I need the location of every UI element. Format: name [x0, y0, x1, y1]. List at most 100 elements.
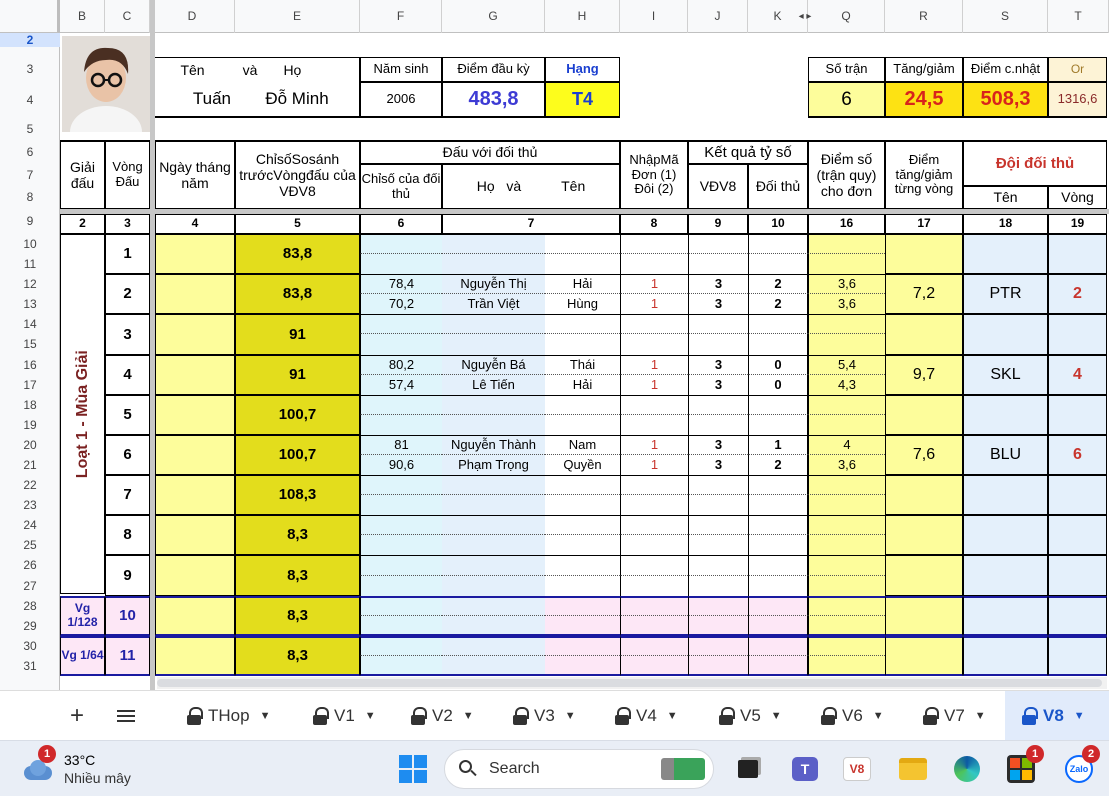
opp-ten-cell[interactable]: [545, 334, 620, 355]
score-cell[interactable]: 3,6: [808, 455, 885, 475]
score-cell[interactable]: [808, 656, 885, 676]
result-vdv-cell[interactable]: 3: [688, 274, 748, 294]
result-opp-cell[interactable]: 0: [748, 355, 808, 375]
column-header-j[interactable]: J: [688, 0, 748, 33]
opp-team-round-cell[interactable]: [1048, 636, 1107, 676]
row-header-16[interactable]: 16: [0, 355, 60, 375]
entry-code-cell[interactable]: [620, 395, 688, 415]
opp-team-round-cell[interactable]: [1048, 515, 1107, 555]
row-header-15[interactable]: 15: [0, 334, 60, 355]
result-vdv-cell[interactable]: [688, 555, 748, 576]
result-opp-cell[interactable]: [748, 495, 808, 515]
index-compare-cell[interactable]: 8,3: [235, 555, 360, 596]
result-opp-cell[interactable]: [748, 636, 808, 656]
zalo-app[interactable]: Zalo 2: [1062, 745, 1100, 789]
opp-ten-cell[interactable]: [545, 596, 620, 616]
index-compare-cell[interactable]: 83,8: [235, 274, 360, 314]
opp-index-cell[interactable]: [360, 555, 442, 576]
date-cell[interactable]: [155, 555, 235, 596]
opp-index-cell[interactable]: [360, 535, 442, 555]
opp-index-cell[interactable]: [360, 495, 442, 515]
opp-ten-cell[interactable]: [545, 535, 620, 555]
result-opp-cell[interactable]: 0: [748, 375, 808, 395]
entry-code-cell[interactable]: [620, 616, 688, 636]
first-name-value[interactable]: Tuấn: [150, 82, 235, 118]
entry-code-cell[interactable]: [620, 535, 688, 555]
score-change-cell[interactable]: 7,2: [885, 274, 963, 314]
row-header-29[interactable]: 29: [0, 616, 60, 636]
birth-year-value[interactable]: 2006: [360, 82, 442, 118]
entry-code-cell[interactable]: [620, 656, 688, 676]
row-header-17[interactable]: 17: [0, 375, 60, 395]
row-header-22[interactable]: 22: [0, 475, 60, 495]
caret-down-icon[interactable]: ▼: [975, 710, 986, 722]
opp-ten-cell[interactable]: Hải: [545, 274, 620, 294]
caret-down-icon[interactable]: ▼: [873, 710, 884, 722]
date-cell[interactable]: [155, 515, 235, 555]
date-cell[interactable]: [155, 596, 235, 636]
opp-team-round-cell[interactable]: [1048, 234, 1107, 274]
row-header-23[interactable]: 23: [0, 495, 60, 515]
entry-code-cell[interactable]: [620, 596, 688, 616]
opp-index-cell[interactable]: [360, 596, 442, 616]
result-vdv-cell[interactable]: 3: [688, 294, 748, 314]
opp-ten-cell[interactable]: [545, 555, 620, 576]
opp-ten-cell[interactable]: [545, 576, 620, 596]
entry-code-cell[interactable]: 1: [620, 355, 688, 375]
result-opp-cell[interactable]: [748, 515, 808, 535]
row-header-13[interactable]: 13: [0, 294, 60, 314]
row-header-27[interactable]: 27: [0, 576, 60, 596]
result-vdv-cell[interactable]: [688, 535, 748, 555]
opp-ten-cell[interactable]: [545, 395, 620, 415]
result-opp-cell[interactable]: [748, 314, 808, 334]
updated-value[interactable]: 508,3: [963, 82, 1048, 118]
opp-team-round-cell[interactable]: [1048, 314, 1107, 355]
opp-index-cell[interactable]: [360, 656, 442, 676]
opp-team-round-cell[interactable]: [1048, 475, 1107, 515]
opp-ten-cell[interactable]: [545, 636, 620, 656]
row-header-28[interactable]: 28: [0, 596, 60, 616]
score-cell[interactable]: [808, 475, 885, 495]
opp-ho-cell[interactable]: Phạm Trọng: [442, 455, 545, 475]
entry-code-cell[interactable]: [620, 314, 688, 334]
score-cell[interactable]: [808, 555, 885, 576]
date-cell[interactable]: [155, 636, 235, 676]
opp-ho-cell[interactable]: [442, 334, 545, 355]
column-header-e[interactable]: E: [235, 0, 360, 33]
index-compare-cell[interactable]: 108,3: [235, 475, 360, 515]
opp-ho-cell[interactable]: Lê Tiến: [442, 375, 545, 395]
result-vdv-cell[interactable]: [688, 596, 748, 616]
column-header-h[interactable]: H: [545, 0, 620, 33]
score-change-cell[interactable]: [885, 515, 963, 555]
date-cell[interactable]: [155, 234, 235, 274]
start-score-value[interactable]: 483,8: [442, 82, 545, 118]
row-header-20[interactable]: 20: [0, 435, 60, 455]
file-explorer-app[interactable]: [896, 749, 930, 789]
opp-ho-cell[interactable]: [442, 616, 545, 636]
opp-index-cell[interactable]: 57,4: [360, 375, 442, 395]
caret-down-icon[interactable]: ▼: [260, 710, 271, 722]
add-sheet-button[interactable]: +: [64, 691, 90, 741]
store-app[interactable]: 1: [1004, 745, 1044, 789]
entry-code-cell[interactable]: 1: [620, 274, 688, 294]
opp-team-cell[interactable]: [963, 314, 1048, 355]
sheet-tab-v6[interactable]: V6 ▼: [816, 691, 888, 741]
entry-code-cell[interactable]: [620, 254, 688, 274]
opp-ho-cell[interactable]: [442, 395, 545, 415]
row-header-18[interactable]: 18: [0, 395, 60, 415]
score-cell[interactable]: 5,4: [808, 355, 885, 375]
opp-ho-cell[interactable]: [442, 254, 545, 274]
result-vdv-cell[interactable]: 3: [688, 455, 748, 475]
entry-code-cell[interactable]: [620, 495, 688, 515]
result-vdv-cell[interactable]: [688, 395, 748, 415]
opp-ho-cell[interactable]: [442, 314, 545, 334]
result-opp-cell[interactable]: [748, 415, 808, 435]
sheet-tab-v8[interactable]: V8 ▼: [1005, 691, 1109, 741]
column-header-g[interactable]: G: [442, 0, 545, 33]
select-all-corner[interactable]: [0, 0, 60, 33]
task-view-button[interactable]: [733, 749, 763, 789]
edge-app[interactable]: [950, 749, 984, 789]
opp-index-cell[interactable]: [360, 334, 442, 355]
sheet-tab-v5[interactable]: V5 ▼: [714, 691, 786, 741]
opp-team-cell[interactable]: [963, 395, 1048, 435]
